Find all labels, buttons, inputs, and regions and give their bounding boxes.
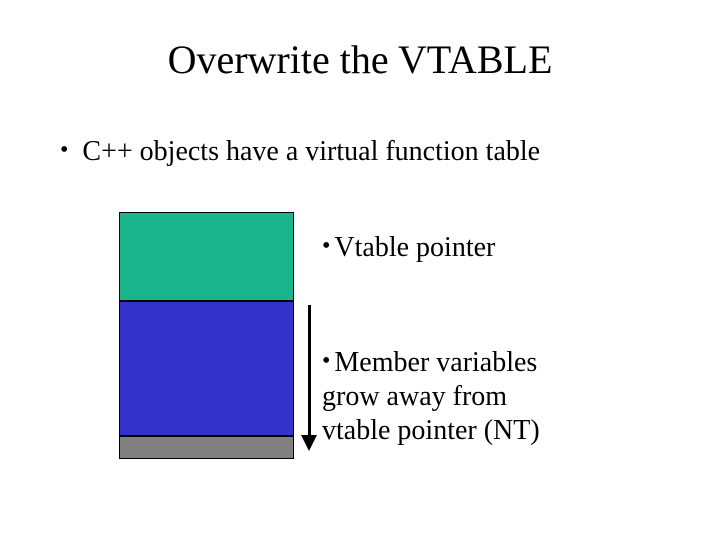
diagram-block-vtable — [119, 212, 294, 301]
label-member-line1: Member variables — [334, 347, 537, 378]
bullet-dot-icon: • — [322, 234, 330, 258]
slide: Overwrite the VTABLE • C++ objects have … — [0, 0, 720, 540]
label-vtable-text: Vtable pointer — [334, 232, 495, 264]
slide-title: Overwrite the VTABLE — [0, 36, 720, 83]
bullet-dot-icon: • — [322, 349, 330, 373]
label-vtable-pointer: • Vtable pointer — [322, 232, 495, 264]
label-member-line3: vtable pointer (NT) — [322, 414, 622, 448]
memory-diagram — [119, 212, 294, 459]
label-member-variables: •Member variables grow away from vtable … — [322, 346, 622, 448]
main-bullet-text: C++ objects have a virtual function tabl… — [82, 136, 540, 168]
growth-arrow-icon — [301, 305, 317, 450]
diagram-block-extra — [119, 436, 294, 459]
bullet-dot-icon: • — [60, 138, 68, 162]
diagram-block-members — [119, 301, 294, 436]
label-member-line2: grow away from — [322, 380, 622, 414]
main-bullet: • C++ objects have a virtual function ta… — [60, 136, 540, 168]
